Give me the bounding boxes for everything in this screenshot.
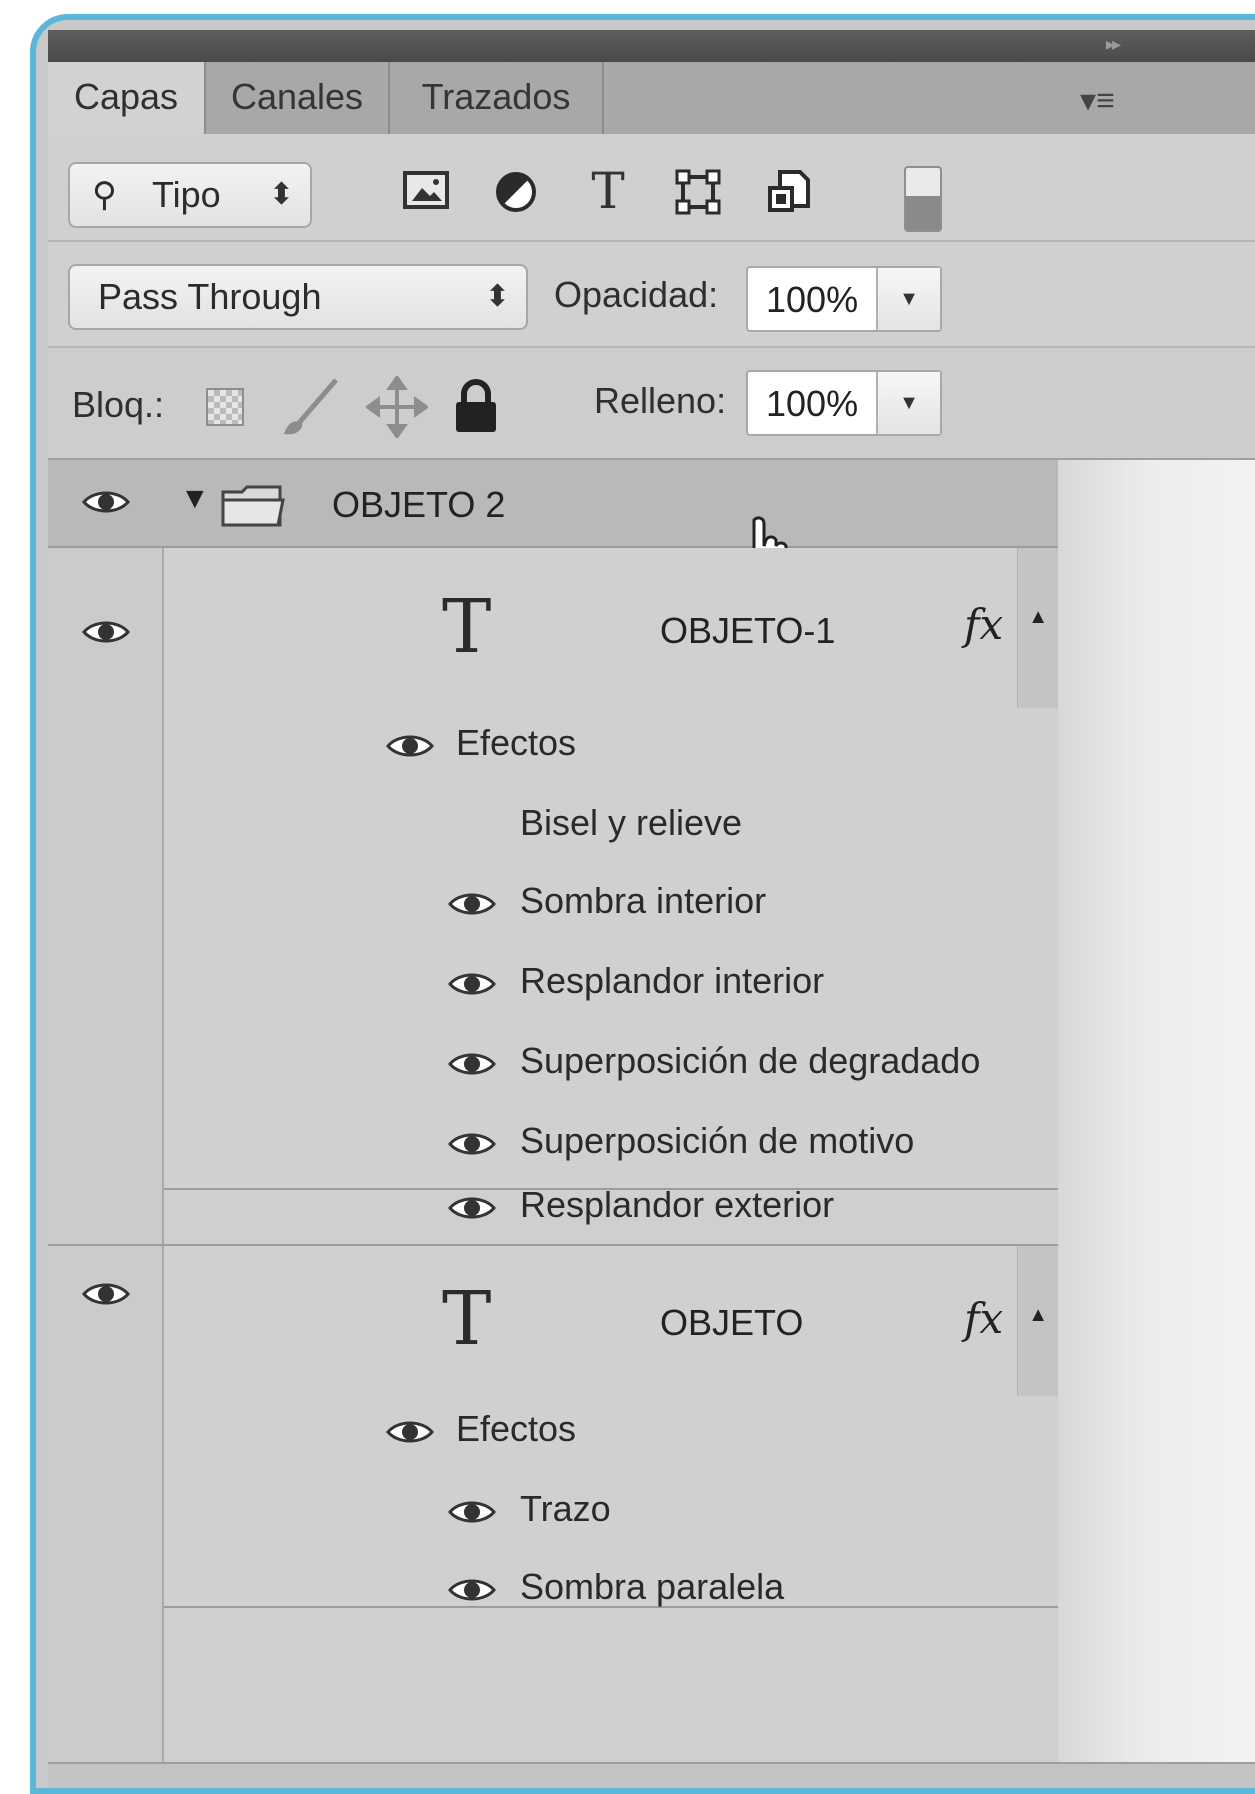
fill-value[interactable]: 100% bbox=[766, 372, 858, 436]
eye-icon[interactable] bbox=[448, 1576, 496, 1604]
tab-bar: Capas Canales Trazados ▾≡ bbox=[48, 62, 1255, 136]
tab-capas[interactable]: Capas bbox=[48, 62, 206, 136]
chevron-down-icon[interactable]: ▼ bbox=[876, 268, 940, 330]
fx-expand-arrow-icon[interactable]: ▲ bbox=[1028, 606, 1048, 629]
eye-icon[interactable] bbox=[448, 970, 496, 998]
fx-icon[interactable]: fx bbox=[964, 1294, 1003, 1343]
smart-object-filter-icon[interactable] bbox=[764, 168, 812, 216]
eye-icon[interactable] bbox=[82, 488, 130, 516]
effects-label[interactable]: Efectos bbox=[456, 722, 576, 764]
layer-name[interactable]: OBJETO bbox=[660, 1302, 803, 1344]
effect-item[interactable]: Superposición de motivo bbox=[520, 1120, 914, 1162]
chevron-down-icon[interactable]: ▼ bbox=[876, 372, 940, 434]
layer-group-row[interactable]: ▼ OBJETO 2 bbox=[48, 460, 1058, 592]
opacity-label: Opacidad: bbox=[554, 274, 719, 315]
fill-label: Relleno: bbox=[594, 380, 727, 421]
eye-icon[interactable] bbox=[448, 1194, 496, 1222]
layers-panel: ▸▸ Capas Canales Trazados ▾≡ ⚲ Tipo ⬍ T bbox=[48, 30, 1255, 1788]
eye-icon[interactable] bbox=[82, 618, 130, 646]
blend-mode-label: Pass Through bbox=[98, 276, 322, 317]
layer-row[interactable]: ▲ T OBJETO fx Efectos Trazo Sombra paral… bbox=[164, 1246, 1058, 1608]
adjustment-filter-icon[interactable] bbox=[492, 168, 540, 216]
effect-item[interactable]: Sombra paralela bbox=[520, 1566, 784, 1608]
text-layer-icon: T bbox=[442, 1276, 492, 1362]
panel-frame: ▸▸ Capas Canales Trazados ▾≡ ⚲ Tipo ⬍ T bbox=[30, 14, 1255, 1794]
group-name[interactable]: OBJETO 2 bbox=[332, 484, 505, 526]
opacity-field[interactable]: 100% ▼ bbox=[746, 266, 942, 332]
folder-icon bbox=[220, 484, 286, 533]
panel-menu-icon[interactable]: ▾≡ bbox=[1080, 82, 1128, 118]
lock-transparent-pixels-icon[interactable] bbox=[206, 388, 244, 426]
search-icon: ⚲ bbox=[92, 176, 117, 214]
expand-triangle-icon[interactable]: ▼ bbox=[180, 482, 210, 516]
eye-icon[interactable] bbox=[386, 732, 434, 760]
panel-title-strip: ▸▸ bbox=[48, 30, 1255, 62]
filter-toggle-switch[interactable] bbox=[904, 166, 942, 232]
updown-arrows-icon: ⬍ bbox=[484, 280, 510, 313]
blend-mode-select[interactable]: Pass Through ⬍ bbox=[68, 264, 528, 330]
fx-expand-arrow-icon[interactable]: ▲ bbox=[1028, 1304, 1048, 1327]
eye-icon[interactable] bbox=[82, 1280, 130, 1308]
lock-row: Bloq.: Relleno: 100% ▼ bbox=[48, 348, 1255, 460]
type-filter-icon[interactable]: T bbox=[584, 166, 632, 216]
shape-filter-icon[interactable] bbox=[674, 168, 722, 216]
effect-item[interactable]: Bisel y relieve bbox=[520, 802, 742, 844]
layer-row[interactable]: ▲ T OBJETO-1 fx Efectos Bisel y relieve … bbox=[164, 548, 1058, 1190]
image-filter-icon[interactable] bbox=[402, 168, 450, 216]
eye-icon[interactable] bbox=[448, 1498, 496, 1526]
collapse-panel-icon[interactable]: ▸▸ bbox=[1106, 34, 1121, 55]
filter-kind-label: Tipo bbox=[152, 174, 221, 215]
layer-name[interactable]: OBJETO-1 bbox=[660, 610, 835, 652]
fx-icon[interactable]: fx bbox=[964, 600, 1003, 649]
effect-item[interactable]: Superposición de degradado bbox=[520, 1040, 980, 1082]
effects-label[interactable]: Efectos bbox=[456, 1408, 576, 1450]
text-layer-icon: T bbox=[442, 584, 492, 670]
panel-bottom-bar bbox=[48, 1762, 1255, 1788]
filter-row: ⚲ Tipo ⬍ T bbox=[48, 134, 1255, 242]
lock-image-pixels-icon[interactable] bbox=[276, 372, 346, 447]
fill-field[interactable]: 100% ▼ bbox=[746, 370, 942, 436]
eye-icon[interactable] bbox=[386, 1418, 434, 1446]
updown-arrows-icon: ⬍ bbox=[268, 178, 294, 211]
tab-trazados[interactable]: Trazados bbox=[390, 62, 604, 134]
lock-position-icon[interactable] bbox=[364, 374, 430, 443]
eye-icon[interactable] bbox=[448, 1050, 496, 1078]
effect-item[interactable]: Sombra interior bbox=[520, 880, 766, 922]
lock-all-icon[interactable] bbox=[452, 378, 500, 439]
tab-canales[interactable]: Canales bbox=[206, 62, 390, 134]
eye-icon[interactable] bbox=[448, 1130, 496, 1158]
effect-item[interactable]: Resplandor exterior bbox=[520, 1184, 834, 1226]
visibility-column bbox=[48, 460, 164, 1788]
filter-kind-select[interactable]: ⚲ Tipo ⬍ bbox=[68, 162, 312, 228]
blend-row: Pass Through ⬍ Opacidad: 100% ▼ bbox=[48, 242, 1255, 348]
panel-right-shade bbox=[1058, 460, 1255, 1788]
opacity-value[interactable]: 100% bbox=[766, 268, 858, 332]
effect-item[interactable]: Trazo bbox=[520, 1488, 611, 1530]
effect-item[interactable]: Resplandor interior bbox=[520, 960, 824, 1002]
eye-icon[interactable] bbox=[448, 890, 496, 918]
lock-label: Bloq.: bbox=[72, 384, 165, 425]
